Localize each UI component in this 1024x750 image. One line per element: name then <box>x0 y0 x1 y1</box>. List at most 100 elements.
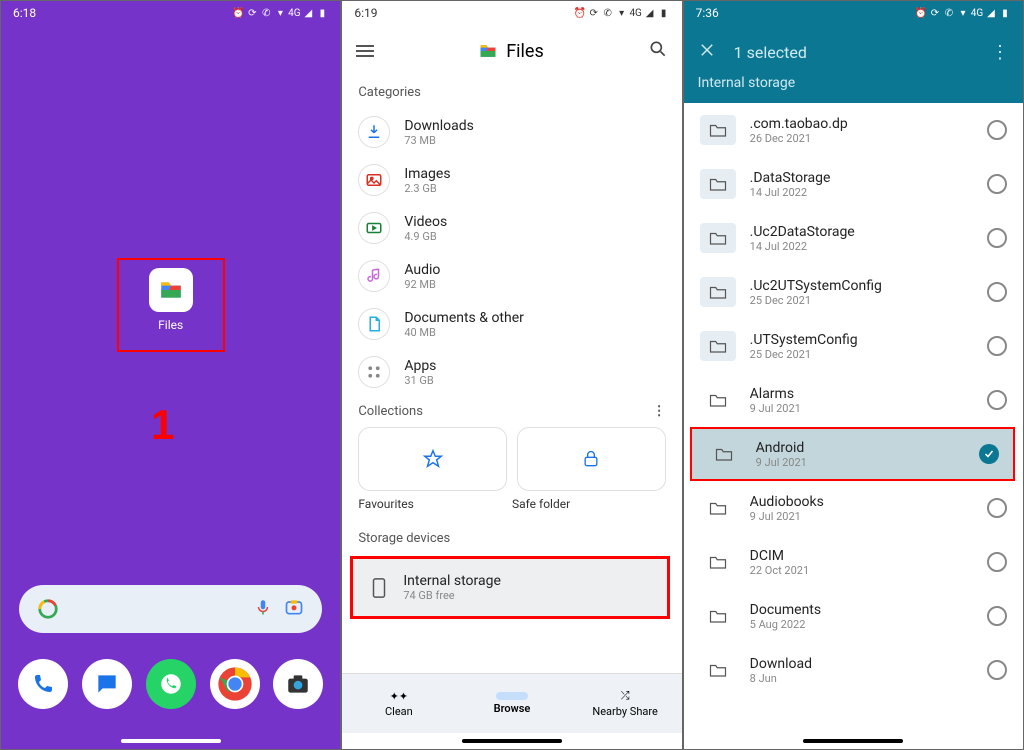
folder-name: .Uc2UTSystemConfig <box>750 278 882 294</box>
folder-icon <box>700 547 736 577</box>
wifi-icon: ▾ <box>616 7 628 19</box>
category-name: Images <box>404 166 450 182</box>
category-name: Apps <box>404 358 436 374</box>
radio-circle[interactable] <box>987 498 1007 518</box>
wifi-icon: ▾ <box>274 7 286 19</box>
download-icon <box>358 116 390 148</box>
battery-icon: ▮ <box>999 7 1011 19</box>
folder-row[interactable]: Audiobooks9 Jul 2021 <box>684 481 1023 535</box>
folder-row[interactable]: .com.taobao.dp26 Dec 2021 <box>684 103 1023 157</box>
dock-whatsapp[interactable] <box>146 659 196 709</box>
category-download[interactable]: Downloads73 MB <box>342 108 681 156</box>
overflow-icon[interactable]: ⋮ <box>991 42 1009 63</box>
folder-date: 8 Jun <box>750 672 812 685</box>
phone-storage-icon <box>369 578 389 598</box>
category-image[interactable]: Images2.3 GB <box>342 156 681 204</box>
favourites-card[interactable] <box>358 427 507 491</box>
network-label: 4G <box>971 7 983 19</box>
folder-row[interactable]: Download8 Jun <box>684 643 1023 697</box>
dock-phone[interactable] <box>18 659 68 709</box>
category-apps[interactable]: Apps31 GB <box>342 348 681 396</box>
nav-pill[interactable] <box>121 739 221 743</box>
category-name: Audio <box>404 262 440 278</box>
folder-date: 14 Jul 2022 <box>750 240 855 253</box>
breadcrumb-path[interactable]: Internal storage <box>698 75 1009 91</box>
close-icon[interactable] <box>698 41 716 63</box>
overflow-icon[interactable]: ⋮ <box>653 404 666 419</box>
screen-files-browse: 6:19 ⏰ ⟳ ✆ ▾ 4G ◢ ▮ Files Categories Dow… <box>341 0 682 750</box>
folder-row[interactable]: Documents5 Aug 2022 <box>684 589 1023 643</box>
category-name: Documents & other <box>404 310 524 326</box>
step-number-1: 1 <box>151 401 174 449</box>
folder-row[interactable]: .Uc2DataStorage14 Jul 2022 <box>684 211 1023 265</box>
home-area: Files <box>1 25 340 585</box>
category-name: Videos <box>404 214 447 230</box>
radio-circle[interactable] <box>987 606 1007 626</box>
radio-circle[interactable] <box>987 336 1007 356</box>
radio-circle[interactable] <box>987 174 1007 194</box>
category-size: 31 GB <box>404 374 436 387</box>
folder-icon <box>700 331 736 361</box>
app-title: Files <box>374 41 647 62</box>
radio-circle[interactable] <box>987 390 1007 410</box>
folder-row[interactable]: DCIM22 Oct 2021 <box>684 535 1023 589</box>
shuffle-icon: ⤮ <box>621 689 630 703</box>
folder-row[interactable]: .DataStorage14 Jul 2022 <box>684 157 1023 211</box>
storage-header: Storage devices <box>342 523 681 554</box>
sync-icon: ⟳ <box>246 7 258 19</box>
nav-browse[interactable]: Browse <box>455 674 568 733</box>
folder-date: 14 Jul 2022 <box>750 186 831 199</box>
folder-name: Download <box>750 656 812 672</box>
radio-circle[interactable] <box>987 120 1007 140</box>
folder-row[interactable]: Alarms9 Jul 2021 <box>684 373 1023 427</box>
folder-row[interactable]: Android9 Jul 2021 <box>690 427 1015 481</box>
safe-folder-card[interactable] <box>517 427 666 491</box>
selection-top-bar: 1 selected ⋮ Internal storage <box>684 25 1023 103</box>
folder-icon <box>700 385 736 415</box>
category-size: 73 MB <box>404 134 474 147</box>
radio-circle[interactable] <box>987 660 1007 680</box>
safe-folder-label: Safe folder <box>512 497 666 511</box>
nav-clean[interactable]: ✦✦ Clean <box>342 674 455 733</box>
dock-camera[interactable] <box>273 659 323 709</box>
folder-row[interactable]: .Uc2UTSystemConfig25 Dec 2021 <box>684 265 1023 319</box>
nav-pill[interactable] <box>803 739 903 743</box>
folder-list[interactable]: .com.taobao.dp26 Dec 2021.DataStorage14 … <box>684 103 1023 733</box>
folder-row[interactable]: .UTSystemConfig25 Dec 2021 <box>684 319 1023 373</box>
network-label: 4G <box>630 7 642 19</box>
category-document[interactable]: Documents & other40 MB <box>342 300 681 348</box>
radio-circle[interactable] <box>987 282 1007 302</box>
menu-icon[interactable] <box>356 45 374 57</box>
radio-circle[interactable] <box>987 552 1007 572</box>
google-icon <box>37 598 59 620</box>
browse-scroll[interactable]: Categories Downloads73 MBImages2.3 GBVid… <box>342 77 681 673</box>
storage-sub: 74 GB free <box>403 589 501 602</box>
category-audio[interactable]: Audio92 MB <box>342 252 681 300</box>
nav-share-label: Nearby Share <box>592 705 657 718</box>
files-app-label: Files <box>149 318 193 332</box>
radio-circle[interactable] <box>987 228 1007 248</box>
status-bar: 6:18 ⏰ ⟳ ✆ ▾ 4G ◢ ▮ <box>1 1 340 25</box>
dock-messages[interactable] <box>82 659 132 709</box>
files-app-icon[interactable] <box>149 268 193 312</box>
category-name: Downloads <box>404 118 474 134</box>
nav-clean-label: Clean <box>385 705 413 718</box>
dock-chrome[interactable] <box>210 659 260 709</box>
search-icon[interactable] <box>648 39 668 63</box>
folder-name: Alarms <box>750 386 801 402</box>
call-icon: ✆ <box>943 7 955 19</box>
folder-date: 26 Dec 2021 <box>750 132 848 145</box>
screen-home: 6:18 ⏰ ⟳ ✆ ▾ 4G ◢ ▮ Files 1 <box>0 0 341 750</box>
folder-date: 25 Dec 2021 <box>750 294 882 307</box>
google-search-bar[interactable] <box>19 585 322 633</box>
mic-icon[interactable] <box>254 598 272 620</box>
nav-pill[interactable] <box>462 739 562 743</box>
collections-label: Collections <box>358 404 423 419</box>
nav-share[interactable]: ⤮ Nearby Share <box>569 674 682 733</box>
lens-icon[interactable] <box>284 597 304 621</box>
battery-icon: ▮ <box>658 7 670 19</box>
category-video[interactable]: Videos4.9 GB <box>342 204 681 252</box>
lock-icon <box>581 448 601 470</box>
internal-storage-row[interactable]: Internal storage 74 GB free <box>350 556 669 619</box>
star-icon <box>422 448 444 470</box>
